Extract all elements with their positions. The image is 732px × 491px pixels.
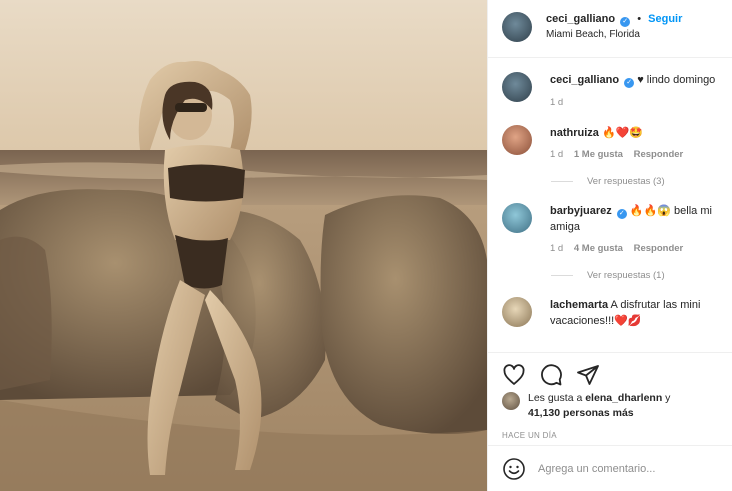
comment-item: barbyjuarez ✓ 🔥🔥😱 bella mi amiga 1 d 4 M… bbox=[488, 187, 732, 257]
comment-time[interactable]: 1 d bbox=[550, 243, 563, 254]
comment-item: nathruiza 🔥❤️🤩 1 d 1 Me gusta Responder bbox=[488, 111, 732, 163]
caption-body: ceci_galliano ✓ ♥ lindo domingo 1 d bbox=[550, 72, 715, 111]
comment-avatar[interactable] bbox=[502, 297, 532, 327]
author-avatar[interactable] bbox=[502, 12, 532, 42]
comment-text: 🔥❤️🤩 bbox=[601, 127, 644, 139]
comment-avatar[interactable] bbox=[502, 125, 532, 155]
caption-username[interactable]: ceci_galliano bbox=[550, 74, 619, 86]
comment-meta: 1 d 1 Me gusta Responder bbox=[550, 147, 691, 163]
comment-body: lachemarta A disfrutar las mini vacacion… bbox=[550, 297, 730, 329]
comment-body: nathruiza 🔥❤️🤩 1 d 1 Me gusta Responder bbox=[550, 125, 691, 163]
post-sidebar: ceci_galliano ✓ • Seguir Miami Beach, Fl… bbox=[487, 0, 732, 491]
likes-connector: y bbox=[665, 392, 671, 404]
caption-avatar[interactable] bbox=[502, 72, 532, 102]
liker-username[interactable]: elena_dharlenn bbox=[585, 392, 662, 404]
comment-meta: 1 d 4 Me gusta Responder bbox=[550, 241, 730, 257]
heart-icon[interactable] bbox=[502, 363, 526, 387]
comment-likes[interactable]: 1 Me gusta bbox=[574, 149, 623, 160]
comment-item: lachemarta A disfrutar las mini vacacion… bbox=[488, 281, 732, 329]
caption-meta: 1 d bbox=[550, 95, 715, 111]
caption: ceci_galliano ✓ ♥ lindo domingo 1 d bbox=[488, 59, 732, 111]
comments-list[interactable]: ceci_galliano ✓ ♥ lindo domingo 1 d nath… bbox=[488, 59, 732, 352]
comment-username[interactable]: nathruiza bbox=[550, 127, 599, 139]
likes-count[interactable]: 41,130 personas más bbox=[528, 407, 634, 419]
beach-photo-illustration bbox=[0, 0, 487, 491]
comment-content: barbyjuarez ✓ 🔥🔥😱 bella mi amiga bbox=[550, 203, 730, 235]
reply-button[interactable]: Responder bbox=[634, 243, 684, 254]
post-header: ceci_galliano ✓ • Seguir Miami Beach, Fl… bbox=[488, 0, 732, 58]
verified-badge-icon: ✓ bbox=[620, 17, 631, 27]
comment-username[interactable]: barbyjuarez bbox=[550, 205, 612, 217]
share-icon[interactable] bbox=[576, 363, 600, 387]
replies-divider bbox=[551, 181, 573, 182]
caption-text: ♥ lindo domingo bbox=[637, 74, 716, 86]
likes-summary: Les gusta a elena_dharlenn y 41,130 pers… bbox=[488, 387, 732, 421]
likes-text: Les gusta a elena_dharlenn y 41,130 pers… bbox=[528, 391, 670, 421]
add-comment-bar bbox=[488, 445, 732, 491]
caption-time[interactable]: 1 d bbox=[550, 97, 563, 108]
view-replies-label: Ver respuestas (1) bbox=[587, 270, 665, 281]
comment-body: barbyjuarez ✓ 🔥🔥😱 bella mi amiga 1 d 4 M… bbox=[550, 203, 730, 257]
author-info: ceci_galliano ✓ • Seguir Miami Beach, Fl… bbox=[546, 12, 682, 42]
emoji-icon[interactable] bbox=[502, 457, 526, 481]
comment-content: lachemarta A disfrutar las mini vacacion… bbox=[550, 297, 730, 329]
verified-badge-icon: ✓ bbox=[616, 209, 627, 219]
view-replies-button[interactable]: Ver respuestas (3) bbox=[551, 176, 732, 187]
liker-avatar[interactable] bbox=[502, 392, 520, 410]
follow-button[interactable]: Seguir bbox=[648, 13, 682, 25]
action-icons bbox=[488, 353, 732, 387]
post-photo[interactable] bbox=[0, 0, 487, 491]
view-replies-button[interactable]: Ver respuestas (1) bbox=[551, 270, 732, 281]
author-username[interactable]: ceci_galliano bbox=[546, 13, 615, 25]
post-actions: Les gusta a elena_dharlenn y 41,130 pers… bbox=[488, 352, 732, 440]
view-replies-label: Ver respuestas (3) bbox=[587, 176, 665, 187]
separator-dot: • bbox=[637, 13, 642, 25]
comment-username[interactable]: lachemarta bbox=[550, 299, 608, 311]
replies-divider bbox=[551, 275, 573, 276]
verified-badge-icon: ✓ bbox=[624, 78, 635, 88]
comment-avatar[interactable] bbox=[502, 203, 532, 233]
comment-icon[interactable] bbox=[539, 363, 563, 387]
post-timestamp[interactable]: HACE UN DÍA bbox=[488, 421, 732, 440]
reply-button[interactable]: Responder bbox=[634, 149, 684, 160]
likes-prefix: Les gusta a bbox=[528, 392, 583, 404]
location-link[interactable]: Miami Beach, Florida bbox=[546, 27, 682, 42]
comment-time[interactable]: 1 d bbox=[550, 149, 563, 160]
comment-likes[interactable]: 4 Me gusta bbox=[574, 243, 623, 254]
comment-input[interactable] bbox=[538, 462, 718, 475]
